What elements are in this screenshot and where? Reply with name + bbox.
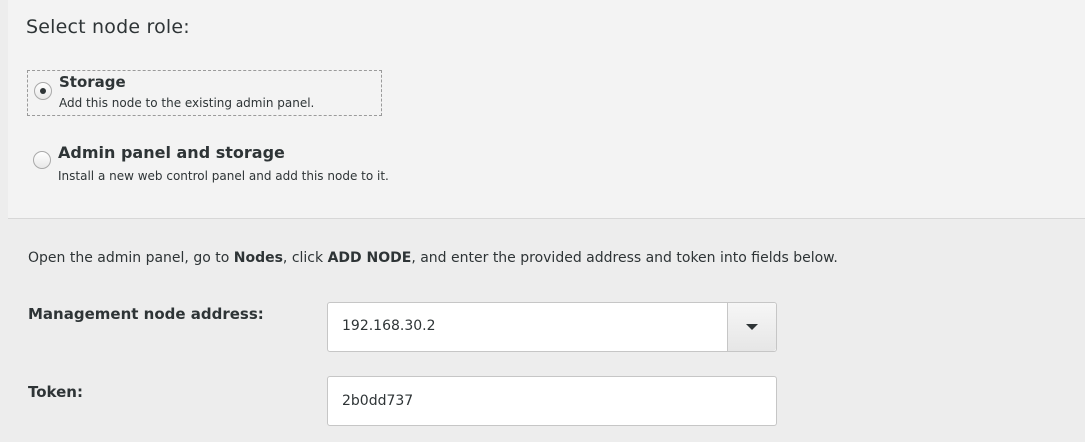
chevron-down-icon — [746, 324, 758, 330]
instruction-nodes-emphasis: Nodes — [233, 250, 283, 266]
instruction-text: Open the admin panel, go to Nodes, click… — [28, 250, 838, 266]
radio-description-admin-panel-and-storage: Install a new web control panel and add … — [58, 169, 389, 183]
radio-label-admin-panel-and-storage[interactable]: Admin panel and storage — [58, 143, 285, 162]
token-label: Token: — [28, 383, 83, 401]
management-address-dropdown-button[interactable] — [727, 303, 776, 351]
radio-selected-dot — [40, 88, 46, 94]
instruction-part: , and enter the provided address and tok… — [411, 250, 838, 266]
token-value[interactable]: 2b0dd737 — [342, 393, 413, 409]
radio-description-storage: Add this node to the existing admin pane… — [59, 96, 315, 110]
management-address-combobox[interactable]: 192.168.30.2 — [327, 302, 777, 352]
radio-button-admin-panel-and-storage[interactable] — [33, 151, 51, 169]
token-input[interactable]: 2b0dd737 — [327, 376, 777, 426]
instruction-part: , click — [282, 250, 328, 266]
radio-option-storage[interactable]: Storage Add this node to the existing ad… — [27, 70, 382, 116]
radio-label-storage[interactable]: Storage — [59, 73, 126, 91]
instruction-part: Open the admin panel, go to — [28, 250, 234, 266]
instruction-add-node-emphasis: ADD NODE — [327, 250, 412, 266]
radio-button-storage[interactable] — [34, 82, 52, 100]
management-address-value[interactable]: 192.168.30.2 — [342, 318, 436, 334]
role-selection-section: Select node role: Storage Add this node … — [8, 0, 1085, 219]
radio-option-admin-panel-and-storage[interactable]: Admin panel and storage Install a new we… — [27, 141, 389, 187]
management-address-label: Management node address: — [28, 305, 264, 323]
section-title: Select node role: — [26, 16, 190, 38]
